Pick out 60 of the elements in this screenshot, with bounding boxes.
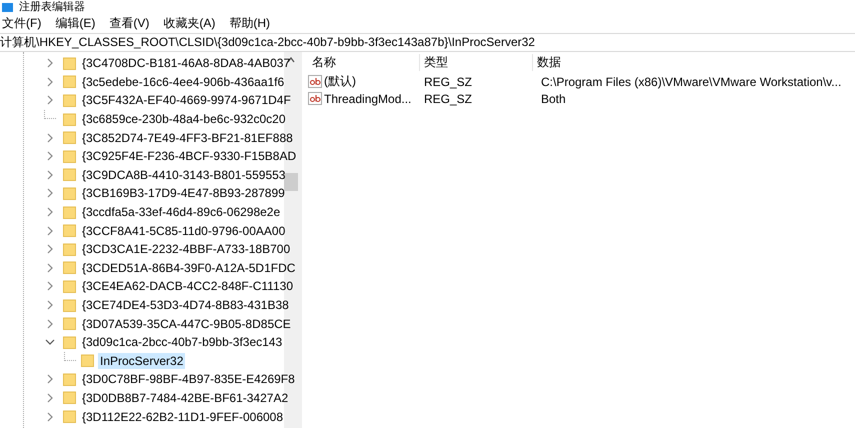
- string-value-icon: [308, 75, 322, 88]
- folder-icon: [81, 354, 94, 368]
- folder-icon: [63, 391, 76, 404]
- value-name[interactable]: (默认): [324, 73, 356, 90]
- string-value-icon: [308, 92, 322, 105]
- folder-icon: [63, 336, 76, 349]
- tree-item[interactable]: {3D0DB8B7-7484-42BE-BF61-3427A2: [80, 390, 290, 406]
- tree-item[interactable]: {3c5edebe-16c6-4ee4-906b-436aa1f6: [80, 74, 286, 90]
- folder-icon: [63, 75, 76, 88]
- folder-icon: [63, 410, 76, 424]
- tree-item[interactable]: {3CE74DE4-53D3-4D74-8B83-431B38: [80, 297, 291, 314]
- address-field[interactable]: 计算机\HKEY_CLASSES_ROOT\CLSID\{3d09c1ca-2bcc-40b7-b9bb-3f3ec143a87b}\InProcServer32: [0, 34, 535, 51]
- tree-item[interactable]: {3C852D74-7E49-4FF3-BF21-81EF888: [80, 130, 295, 146]
- folder-icon: [63, 131, 76, 144]
- tree-item[interactable]: {3CDED51A-86B4-39F0-A12A-5D1FDC: [80, 260, 298, 276]
- value-type: REG_SZ: [423, 74, 474, 88]
- folder-icon: [63, 112, 76, 126]
- folder-icon: [63, 317, 76, 330]
- menu-item[interactable]: 帮助(H): [229, 14, 270, 32]
- folder-icon: [63, 206, 76, 219]
- tree-item[interactable]: {3D07A539-35CA-447C-9B05-8D85CE: [80, 316, 293, 332]
- menu-item[interactable]: 文件(F): [2, 14, 42, 32]
- folder-icon: [63, 224, 76, 238]
- folder-icon: [63, 168, 76, 182]
- app-icon: [2, 2, 13, 12]
- folder-icon: [63, 94, 76, 107]
- tree-item[interactable]: {3c6859ce-230b-48a4-be6c-932c0c20: [80, 111, 288, 128]
- folder-icon: [63, 56, 76, 70]
- folder-icon: [63, 280, 76, 293]
- scrollbar-thumb[interactable]: [284, 173, 298, 191]
- value-type: REG_SZ: [423, 92, 474, 106]
- value-data: Both: [540, 92, 566, 106]
- menu-item[interactable]: 查看(V): [109, 14, 150, 32]
- tree-item[interactable]: {3C9DCA8B-4410-3143-B801-559553: [80, 166, 288, 183]
- tree-item[interactable]: {3D0C78BF-98BF-4B97-835E-E4269F8: [80, 371, 297, 388]
- tree-item[interactable]: {3C925F4E-F236-4BCF-9330-F15B8AD: [80, 148, 298, 164]
- folder-icon: [63, 242, 76, 256]
- folder-icon: [63, 298, 76, 312]
- tree-item[interactable]: {3CB169B3-17D9-4E47-8B93-287899: [80, 185, 287, 202]
- tree-item[interactable]: {3CCF8A41-5C85-11d0-9796-00AA00: [80, 222, 288, 239]
- folder-icon: [63, 186, 76, 200]
- tree-item[interactable]: InProcServer32: [98, 352, 186, 369]
- column-header[interactable]: 类型: [420, 54, 533, 70]
- tree-item[interactable]: {3CD3CA1E-2232-4BBF-A733-18B700: [80, 241, 292, 258]
- folder-icon: [63, 261, 76, 274]
- folder-icon: [63, 150, 76, 163]
- tree-item[interactable]: {3C4708DC-B181-46A8-8DA8-4AB037: [80, 55, 292, 72]
- tree-item[interactable]: {3d09c1ca-2bcc-40b7-b9bb-3f3ec143: [80, 334, 284, 350]
- menu-item[interactable]: 编辑(E): [55, 14, 96, 32]
- tree-item[interactable]: {3C5F432A-EF40-4669-9974-9671D4F: [80, 92, 293, 108]
- value-data: C:\Program Files (x86)\VMware\VMware Workstation\v...: [540, 74, 842, 88]
- tree-item[interactable]: {3CE4EA62-DACB-4CC2-848F-C11130: [80, 278, 295, 294]
- tree-item[interactable]: {3ccdfa5a-33ef-46d4-89c6-06298e2e: [80, 204, 282, 220]
- column-header[interactable]: 数据: [533, 54, 561, 70]
- folder-icon: [63, 372, 76, 386]
- value-name[interactable]: ThreadingMod...: [324, 92, 412, 106]
- tree-item[interactable]: {3D112E22-62B2-11D1-9FEF-006008: [80, 408, 286, 425]
- menu-item[interactable]: 收藏夹(A): [163, 14, 216, 32]
- column-header[interactable]: 名称: [308, 54, 420, 70]
- window-title: 注册表编辑器: [19, 0, 85, 14]
